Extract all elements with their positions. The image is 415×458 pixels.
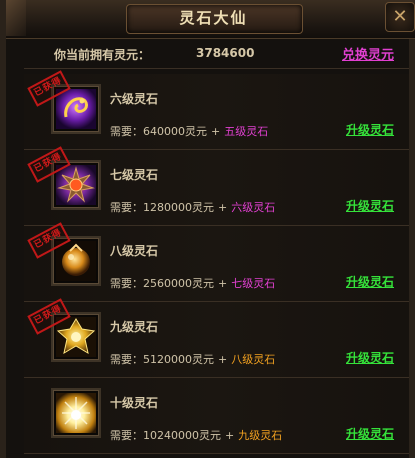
plus-sign: + <box>218 277 228 290</box>
upgrade-stone-link[interactable]: 升级灵石 <box>346 121 394 138</box>
upgrade-stone-link[interactable]: 升级灵石 <box>346 197 394 214</box>
plus-sign: + <box>218 353 228 366</box>
close-icon[interactable]: ✕ <box>385 2 415 32</box>
requirement-text: 需要：640000灵元 + 五级灵石 <box>110 123 268 139</box>
spirit-amount: 5120000灵元 <box>143 353 214 366</box>
required-stone: 六级灵石 <box>231 201 276 214</box>
plus-sign: + <box>211 125 221 138</box>
required-stone: 七级灵石 <box>231 277 276 290</box>
requirement-text: 需要：2560000灵元 + 七级灵石 <box>110 275 275 291</box>
spirit-amount: 10240000灵元 <box>143 429 221 442</box>
spirit-amount: 1280000灵元 <box>143 201 214 214</box>
required-stone: 五级灵石 <box>224 125 269 138</box>
stone-name: 六级灵石 <box>110 92 159 106</box>
required-stone: 九级灵石 <box>238 429 283 442</box>
stone-row: 十级灵石 需要：10240000灵元 + 九级灵石 升级灵石 <box>24 378 409 454</box>
stone-row: 已获得 九级灵石 需要：5120000灵元 + 八级灵石 升级灵石 <box>24 298 409 378</box>
spirit-amount: 640000灵元 <box>143 125 207 138</box>
exchange-spirit-link[interactable]: 兑换灵元 <box>342 44 394 63</box>
owned-label: 你当前拥有灵元： <box>54 48 151 62</box>
stone-name: 八级灵石 <box>110 244 159 258</box>
window-title: 灵石大仙 <box>179 9 248 27</box>
upgrade-stone-link[interactable]: 升级灵石 <box>346 425 394 442</box>
requirement-text: 需要：10240000灵元 + 九级灵石 <box>110 427 282 443</box>
upgrade-stone-link[interactable]: 升级灵石 <box>346 349 394 366</box>
need-label: 需要： <box>110 353 143 366</box>
plus-sign: + <box>225 429 235 442</box>
owned-value: 3784600 <box>196 46 255 60</box>
radiant-light-icon[interactable] <box>51 388 101 438</box>
stone-row: 已获得 八级灵石 需要：2560000灵元 + 七级灵石 升级灵石 <box>24 222 409 302</box>
balance-row: 你当前拥有灵元： 3784600 兑换灵元 <box>24 40 409 69</box>
required-stone: 八级灵石 <box>231 353 276 366</box>
stone-name: 九级灵石 <box>110 320 159 334</box>
stone-name: 七级灵石 <box>110 168 159 182</box>
spirit-amount: 2560000灵元 <box>143 277 214 290</box>
requirement-text: 需要：5120000灵元 + 八级灵石 <box>110 351 275 367</box>
title-bar: 灵石大仙 ✕ <box>6 0 415 39</box>
need-label: 需要： <box>110 201 143 214</box>
upgrade-stone-link[interactable]: 升级灵石 <box>346 273 394 290</box>
spirit-stone-panel: 灵石大仙 ✕ 你当前拥有灵元： 3784600 兑换灵元 已获得 六级灵石 需要… <box>0 0 415 458</box>
stone-name: 十级灵石 <box>110 396 159 410</box>
requirement-text: 需要：1280000灵元 + 六级灵石 <box>110 199 275 215</box>
stone-row: 已获得 六级灵石 需要：640000灵元 + 五级灵石 升级灵石 <box>24 70 409 150</box>
need-label: 需要： <box>110 125 143 138</box>
plus-sign: + <box>218 201 228 214</box>
stone-row: 已获得 七级灵石 需要：1280000灵元 + 六级灵石 升级灵石 <box>24 146 409 226</box>
need-label: 需要： <box>110 429 143 442</box>
corner-ornament <box>6 0 26 36</box>
need-label: 需要： <box>110 277 143 290</box>
